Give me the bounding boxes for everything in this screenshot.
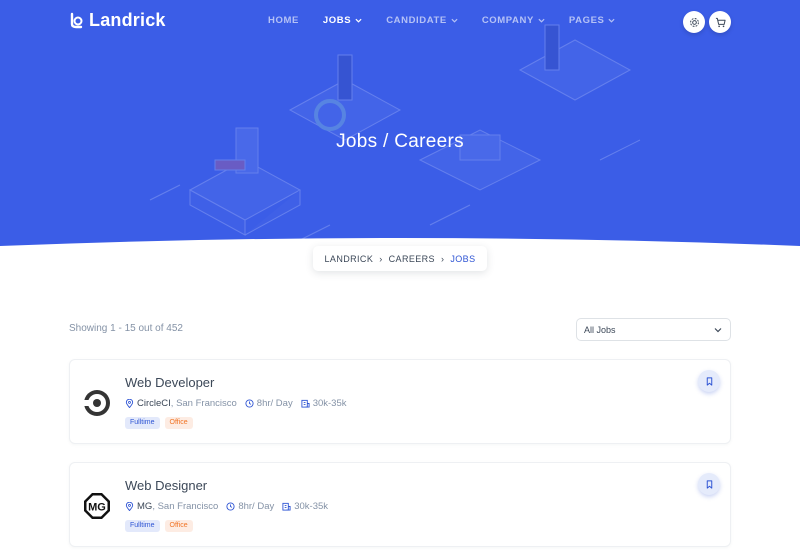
circleci-logo-icon [83,390,110,416]
money-icon [301,399,310,408]
chevron-right-icon: › [440,253,445,264]
salary-value: 30k-35k [294,501,329,512]
location-name: San Francisco [176,398,237,409]
nav-item-label: CANDIDATE [386,15,447,26]
badge-office: Office [164,417,193,429]
job-salary: 30k-35k [282,501,328,512]
top-navbar: Landrick HOME JOBS CANDIDATE COMPANY PAG… [0,0,800,44]
chevron-down-icon [714,328,722,333]
money-icon [282,502,291,511]
job-card[interactable]: Web Developer CircleCI, San Francisco 8h… [69,359,731,444]
main-nav: HOME JOBS CANDIDATE COMPANY PAGES [268,15,639,26]
breadcrumb: LANDRICK › CAREERS › JOBS [313,246,487,271]
breadcrumb-current: JOBS [450,253,476,264]
nav-item-label: HOME [268,15,299,26]
hours-value: 8hr/ Day [256,398,293,409]
nav-item-label: JOBS [322,15,352,26]
breadcrumb-item-careers[interactable]: CAREERS [389,254,435,264]
nav-item-candidate[interactable]: CANDIDATE [386,15,458,26]
landrick-logo-icon [70,12,83,29]
nav-item-label: COMPANY [481,15,534,26]
chevron-down-icon [538,18,545,23]
chevron-down-icon [451,18,458,23]
job-meta: CircleCI, San Francisco 8hr/ Day 30k-35k [125,398,355,409]
badge-fulltime: Fulltime [125,417,160,429]
job-location: MG, San Francisco [125,501,218,512]
badge-fulltime: Fulltime [125,520,160,532]
brand-logo[interactable]: Landrick [69,10,166,31]
svg-text:MG: MG [88,502,106,514]
job-badges: Fulltime Office [125,520,193,532]
mg-logo-icon: MG [84,493,110,519]
clock-icon [226,502,235,511]
nav-item-home[interactable]: HOME [268,15,299,26]
company-name: CircleCI [137,398,171,409]
cart-icon [715,17,726,27]
location-name: San Francisco [157,501,219,512]
cart-button[interactable] [709,11,731,33]
nav-item-label: PAGES [568,15,605,26]
company-name: MG [137,501,153,512]
results-count: Showing 1 - 15 out of 452 [69,323,183,334]
bookmark-button[interactable] [698,473,720,495]
job-salary: 30k-35k [301,398,347,409]
bookmark-icon [706,479,712,489]
job-filter-select[interactable]: All Jobs [576,318,731,341]
job-hours: 8hr/ Day [245,398,293,409]
clock-icon [245,399,254,408]
hero-section: Landrick HOME JOBS CANDIDATE COMPANY PAG… [0,0,800,275]
bookmark-icon [706,376,712,386]
badge-office: Office [164,520,193,532]
job-title[interactable]: Web Designer [125,478,207,493]
hours-value: 8hr/ Day [238,501,275,512]
settings-button[interactable] [683,11,705,33]
job-meta: MG, San Francisco 8hr/ Day 30k-35k [125,501,336,512]
brand-name: Landrick [89,10,166,30]
job-hours: 8hr/ Day [226,501,274,512]
job-title[interactable]: Web Developer [125,375,214,390]
job-filter-value: All Jobs [584,324,616,335]
job-card[interactable]: MG Web Designer MG, San Francisco 8hr/ D… [69,462,731,547]
nav-item-company[interactable]: COMPANY [482,15,545,26]
job-location: CircleCI, San Francisco [125,398,237,409]
map-pin-icon [125,502,134,511]
job-badges: Fulltime Office [125,417,193,429]
chevron-right-icon: › [379,253,383,264]
map-pin-icon [125,399,134,408]
salary-value: 30k-35k [312,398,347,409]
breadcrumb-item-landrick[interactable]: LANDRICK [325,254,374,264]
settings-icon [689,17,699,27]
page-title: Jobs / Careers [336,131,464,152]
nav-item-jobs[interactable]: JOBS [323,15,362,26]
bookmark-button[interactable] [698,370,720,392]
chevron-down-icon [355,18,362,23]
chevron-down-icon [608,18,616,23]
nav-item-pages[interactable]: PAGES [569,15,616,26]
